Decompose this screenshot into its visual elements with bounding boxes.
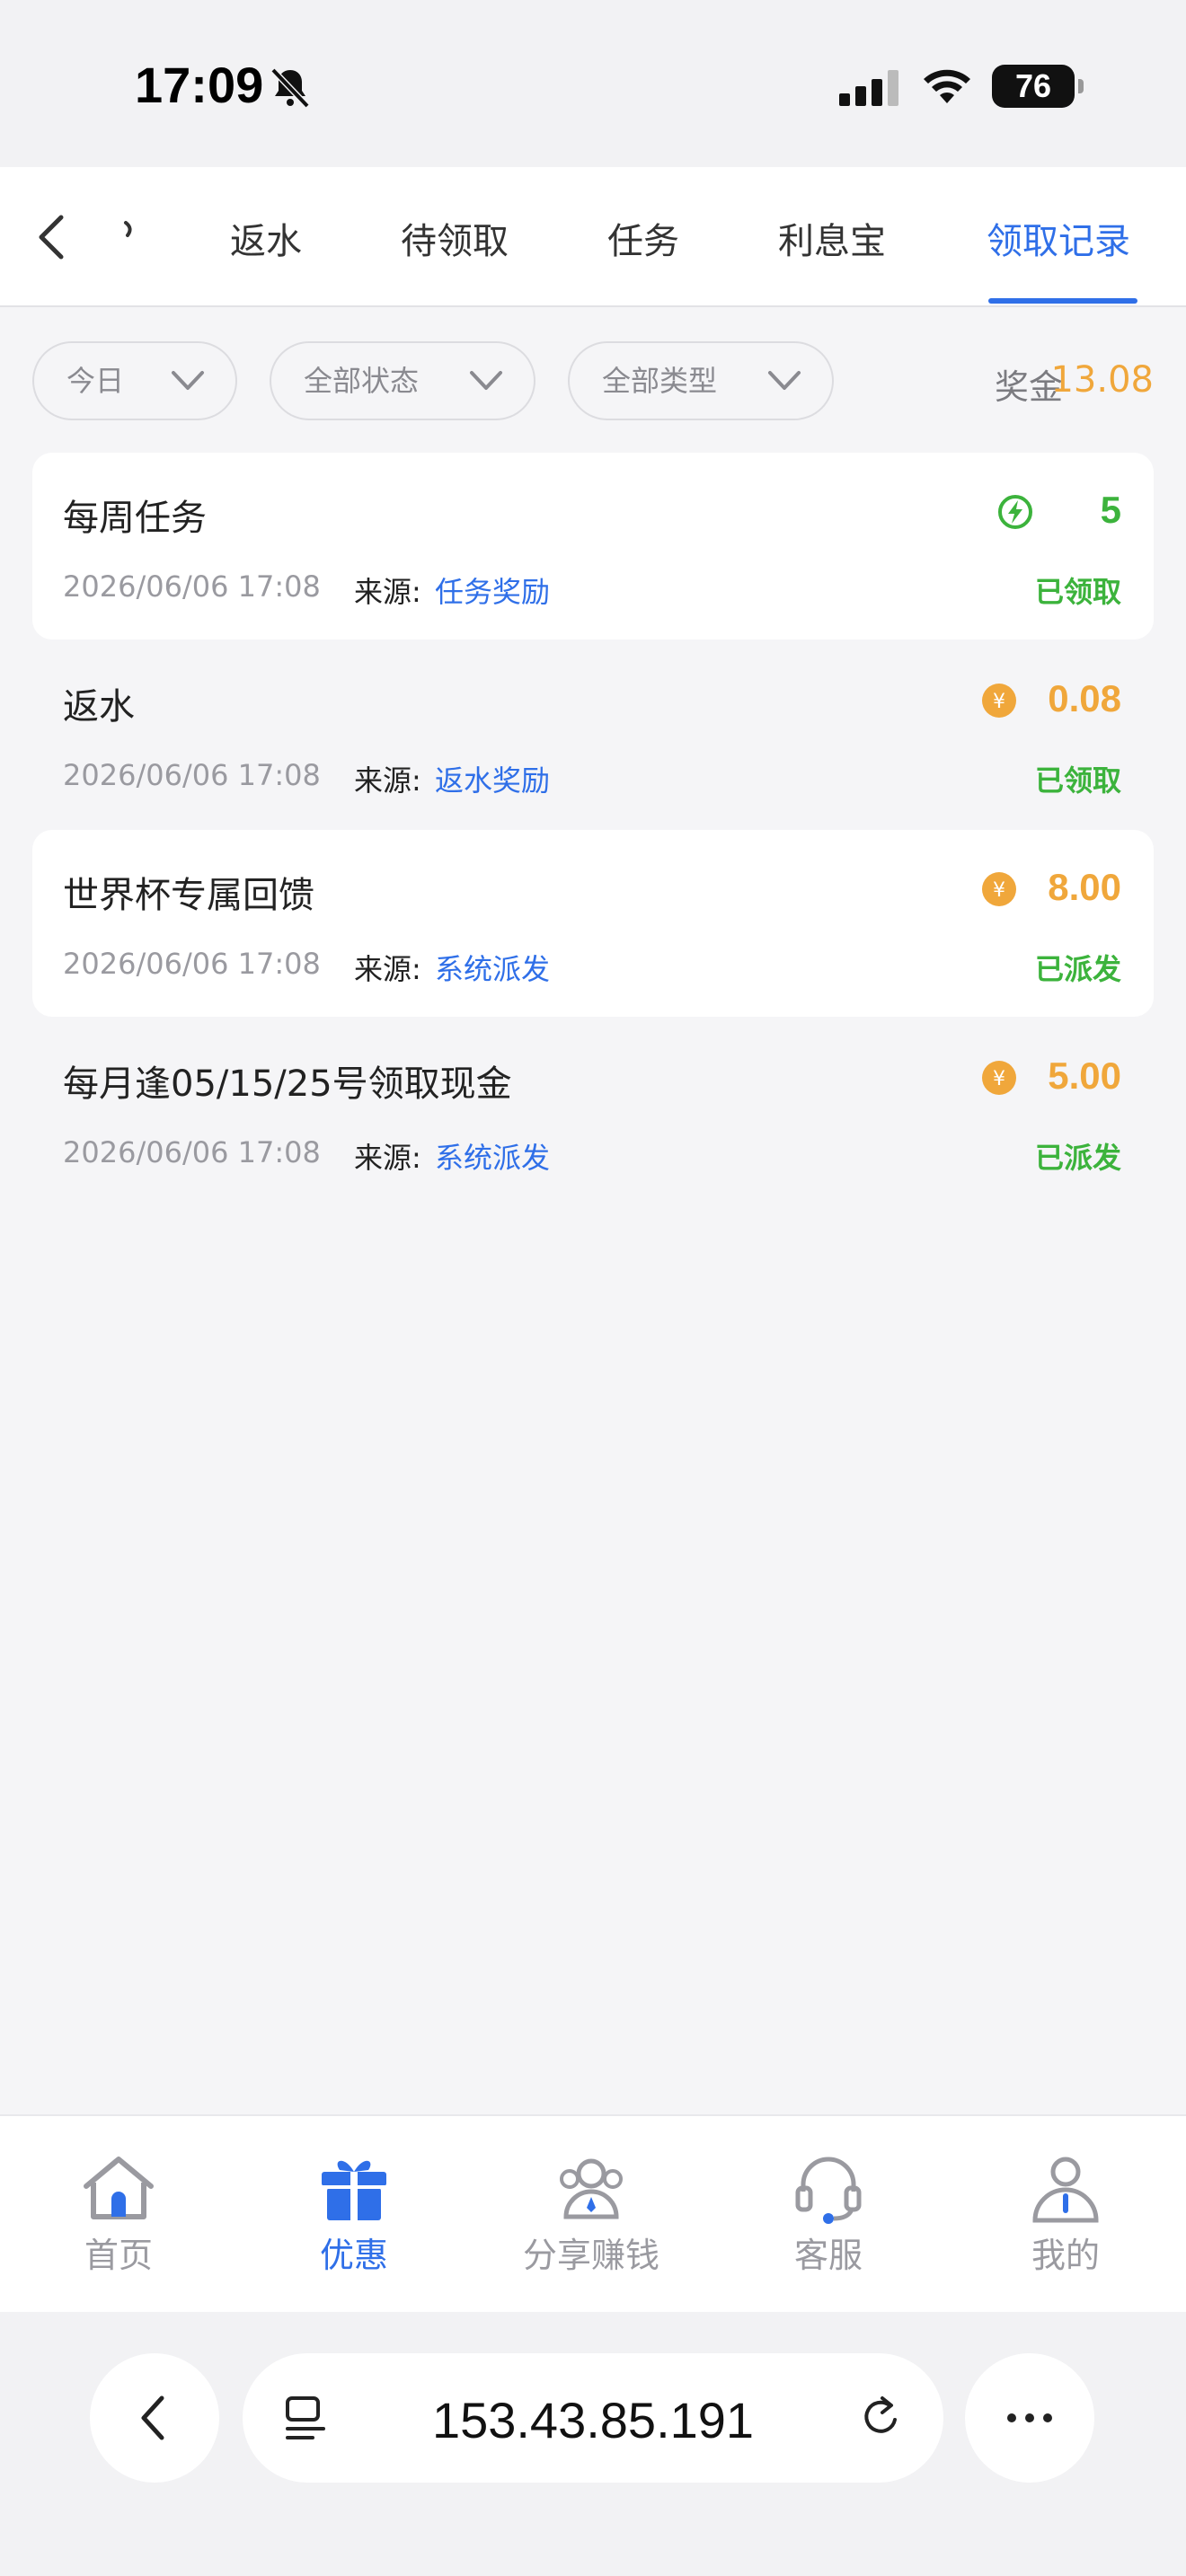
record-source: 返水奖励: [435, 763, 551, 798]
record-item[interactable]: 世界杯专属回馈 ¥ 8.00 2026/06/06 17:08 来源: 系统派发…: [32, 830, 1154, 1017]
nav-item-support[interactable]: 客服: [748, 2152, 909, 2277]
type-filter[interactable]: 全部类型: [568, 341, 834, 420]
svg-text:¥: ¥: [993, 691, 1005, 713]
browser-back-button[interactable]: [90, 2353, 219, 2483]
tab-interest[interactable]: 利息宝: [778, 212, 886, 264]
bonus-value: 13.08: [1050, 359, 1154, 401]
user-icon: [1032, 2157, 1099, 2223]
record-item[interactable]: 每月逢05/15/25号领取现金 ¥ 5.00 2026/06/06 17:08…: [32, 1019, 1154, 1205]
nav-label: 客服: [793, 2236, 863, 2275]
record-source: 任务奖励: [435, 575, 551, 609]
record-title: 每月逢05/15/25号领取现金: [63, 1063, 512, 1105]
record-status: 已领取: [1034, 575, 1121, 609]
date-filter[interactable]: 今日: [32, 341, 237, 420]
back-arrow-icon[interactable]: [34, 212, 70, 262]
type-filter-label: 全部类型: [602, 364, 718, 398]
tab-rebate[interactable]: 返水: [230, 212, 302, 264]
tab-claim-records[interactable]: 领取记录: [987, 212, 1130, 264]
status-filter-label: 全部状态: [304, 364, 420, 398]
chevron-down-icon: [470, 371, 502, 390]
status-filter[interactable]: 全部状态: [270, 341, 535, 420]
nav-item-profile[interactable]: 我的: [985, 2152, 1146, 2277]
battery-indicator: 76: [992, 65, 1084, 108]
headset-icon: [795, 2157, 862, 2224]
tab-bar: 返水 待领取 任务 利息宝 领取记录: [0, 167, 1186, 307]
record-amount: 5.00: [1048, 1054, 1121, 1097]
browser-more-button[interactable]: [965, 2353, 1094, 2483]
chevron-left-icon: [141, 2395, 164, 2440]
svg-text:¥: ¥: [993, 1068, 1005, 1090]
record-title: 返水: [63, 686, 135, 728]
signal-icon: [839, 70, 898, 106]
nav-item-home[interactable]: 首页: [38, 2152, 199, 2277]
home-icon: [84, 2157, 154, 2219]
record-item[interactable]: 每周任务 5 2026/06/06 17:08 来源: 任务奖励 已领取: [32, 453, 1154, 640]
nav-label: 分享赚钱: [522, 2236, 659, 2275]
status-bar: 17:09 76: [0, 0, 1186, 167]
bell-muted-icon: [270, 67, 310, 109]
status-time: 17:09: [135, 57, 264, 113]
record-source-label: 来源:: [354, 575, 421, 609]
record-source-label: 来源:: [354, 1141, 421, 1175]
record-date: 2026/06/06 17:08: [63, 569, 321, 604]
record-date: 2026/06/06 17:08: [63, 1135, 321, 1169]
scroll-chevron-icon[interactable]: [120, 219, 138, 246]
coin-icon: ¥: [982, 1061, 1016, 1095]
coin-icon: ¥: [982, 684, 1016, 718]
chevron-down-icon: [768, 371, 801, 390]
record-source-label: 来源:: [354, 952, 421, 986]
nav-label: 优惠: [319, 2236, 388, 2275]
record-item[interactable]: 返水 ¥ 0.08 2026/06/06 17:08 来源: 返水奖励 已领取: [32, 641, 1154, 828]
record-amount: 0.08: [1048, 677, 1121, 719]
nav-label: 我的: [1031, 2236, 1100, 2275]
address-bar[interactable]: 153.43.85.191: [243, 2353, 943, 2483]
svg-text:¥: ¥: [993, 879, 1005, 902]
nav-label: 首页: [84, 2236, 153, 2275]
bottom-nav: 首页 优惠 分享赚钱 客服 我的: [0, 2114, 1186, 2312]
lightning-icon: [998, 495, 1032, 529]
date-filter-label: 今日: [66, 364, 125, 398]
more-dots-icon: [1007, 2413, 1052, 2422]
record-date: 2026/06/06 17:08: [63, 758, 321, 792]
reload-icon[interactable]: [855, 2393, 906, 2443]
record-amount: 5: [1100, 489, 1121, 531]
record-source: 系统派发: [435, 952, 551, 986]
tab-tasks[interactable]: 任务: [607, 212, 679, 264]
record-amount: 8.00: [1048, 866, 1121, 908]
record-title: 每周任务: [63, 498, 207, 539]
url-text: 153.43.85.191: [431, 2392, 755, 2448]
coin-icon: ¥: [982, 872, 1016, 906]
record-status: 已领取: [1034, 763, 1121, 798]
gift-icon: [322, 2160, 386, 2220]
nav-item-share[interactable]: 分享赚钱: [510, 2152, 672, 2277]
wifi-icon: [924, 69, 970, 103]
record-title: 世界杯专属回馈: [63, 875, 314, 916]
nav-item-offers[interactable]: 优惠: [273, 2152, 435, 2277]
record-status: 已派发: [1034, 952, 1121, 986]
chevron-down-icon: [172, 371, 204, 390]
record-status: 已派发: [1034, 1141, 1121, 1175]
record-source-label: 来源:: [354, 763, 421, 798]
active-tab-indicator: [988, 298, 1137, 304]
share-icon: [560, 2158, 623, 2219]
record-date: 2026/06/06 17:08: [63, 947, 321, 981]
record-source: 系统派发: [435, 1141, 551, 1175]
tab-pending[interactable]: 待领取: [401, 212, 509, 264]
browser-toolbar: 153.43.85.191: [0, 2312, 1186, 2576]
